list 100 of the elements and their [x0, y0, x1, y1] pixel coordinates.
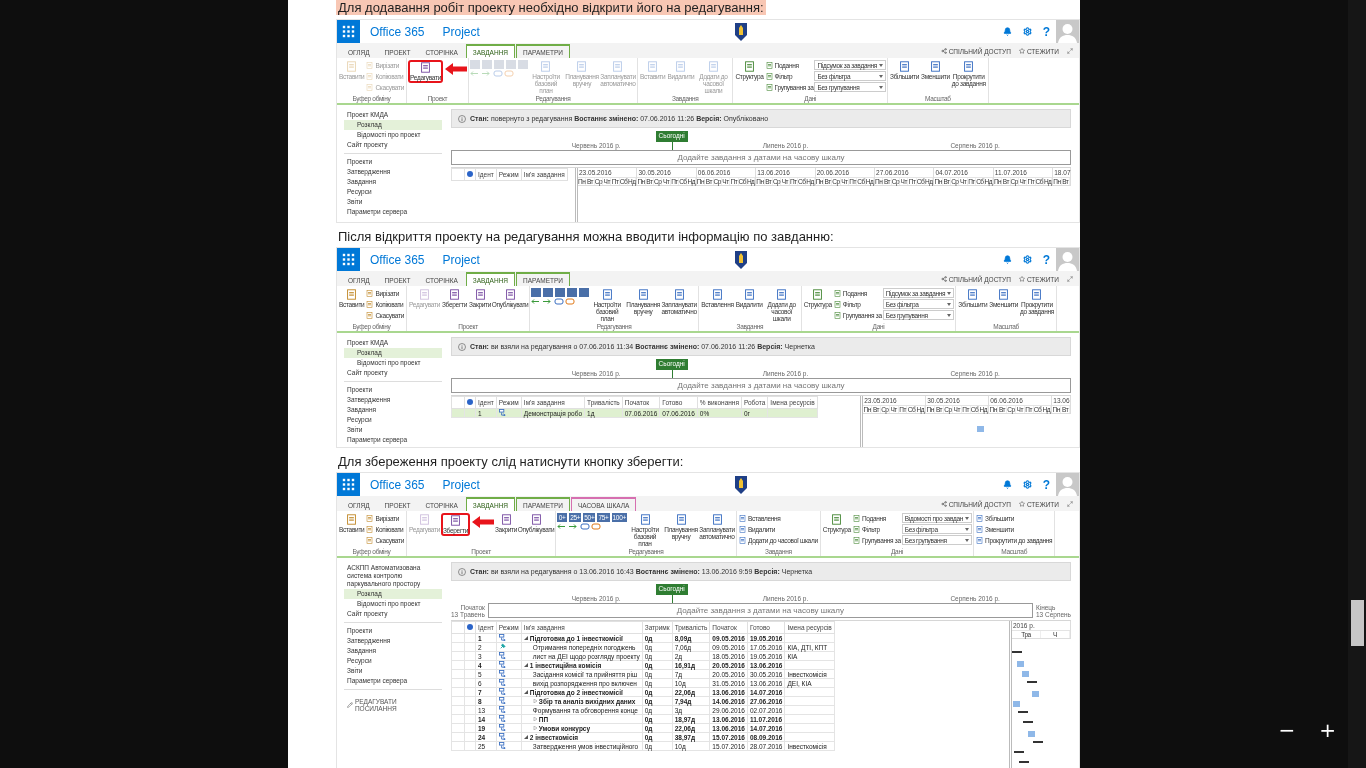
document-icon [612, 61, 624, 72]
settings-icon[interactable] [1022, 480, 1032, 489]
app-name[interactable]: Project [442, 477, 480, 492]
document-icon [833, 311, 841, 319]
document-icon [976, 514, 984, 522]
help-button[interactable]: ? [1042, 24, 1050, 39]
document-icon [366, 289, 374, 297]
settings-icon[interactable] [1022, 27, 1032, 36]
document-icon [366, 83, 374, 91]
document-icon [530, 514, 542, 525]
document-icon [673, 289, 685, 300]
help-button[interactable]: ? [1042, 252, 1050, 267]
focus-icon[interactable] [1067, 48, 1073, 54]
indent-tools-drawing [470, 70, 514, 77]
document-icon [419, 62, 431, 73]
coat-of-arms-icon [735, 475, 748, 494]
brand-name: Office 365 [370, 477, 425, 492]
app-launcher-icon[interactable] [337, 473, 360, 496]
document-icon [852, 514, 860, 522]
document-icon [812, 289, 824, 300]
document-icon [743, 289, 755, 300]
expand-toggle-icon[interactable] [532, 699, 537, 704]
document-icon [707, 61, 719, 72]
document-icon [346, 514, 358, 525]
document-icon [366, 514, 374, 522]
document-icon [852, 525, 860, 533]
paragraph: Після відкриття проекту на редагування можна вводити інформацію по завданню: [337, 229, 835, 244]
settings-icon[interactable] [1022, 255, 1032, 264]
indent-tools-drawing [557, 523, 602, 530]
document-icon [765, 61, 773, 69]
document-icon [675, 61, 687, 72]
zoom-button[interactable]: − [1278, 718, 1296, 742]
collapse-toggle-icon[interactable] [523, 690, 528, 695]
document-icon [366, 311, 374, 319]
pointer-arrow [445, 63, 467, 75]
coat-of-arms-icon [735, 22, 748, 41]
share-icon [940, 48, 947, 54]
expand-toggle-icon[interactable] [532, 726, 537, 731]
document-icon [576, 61, 588, 72]
indicator-icon [467, 624, 473, 631]
coat-of-arms-icon [735, 250, 748, 269]
document-icon [366, 536, 374, 544]
caret-icon [947, 302, 952, 306]
notification-icon[interactable] [1002, 255, 1012, 264]
document-icon [540, 61, 552, 72]
collapse-toggle-icon[interactable] [523, 636, 528, 641]
percent-button[interactable] [579, 288, 590, 297]
document-icon [366, 525, 374, 533]
document-icon [765, 83, 773, 91]
document-icon [976, 525, 984, 533]
app-launcher-icon[interactable] [337, 20, 360, 43]
document-icon [711, 289, 723, 300]
app-launcher-icon[interactable] [337, 248, 360, 271]
indicator-icon [467, 171, 473, 178]
document-icon [449, 289, 460, 300]
document-icon [929, 61, 941, 72]
collapse-toggle-icon[interactable] [523, 735, 528, 740]
notification-icon[interactable] [1002, 480, 1012, 489]
collapse-toggle-icon[interactable] [523, 663, 528, 668]
focus-icon[interactable] [1067, 276, 1073, 282]
brand-name: Office 365 [370, 252, 425, 267]
app-name[interactable]: Project [442, 252, 480, 267]
document-icon [346, 61, 358, 72]
document-icon [1031, 289, 1043, 300]
focus-icon[interactable] [1067, 501, 1073, 507]
brand-name: Office 365 [370, 24, 425, 39]
zoom-button[interactable]: + [1319, 718, 1336, 742]
pencil-icon [347, 702, 353, 709]
info-icon [458, 342, 466, 351]
info-icon [458, 567, 466, 576]
document-icon [601, 289, 613, 300]
caret-icon [965, 538, 970, 542]
app-name[interactable]: Project [442, 24, 480, 39]
document-icon [976, 536, 984, 544]
today-line [671, 370, 673, 379]
caret-icon [879, 85, 884, 89]
document-icon [743, 61, 755, 72]
document-icon [963, 61, 975, 72]
caret-icon [947, 291, 952, 295]
timeline-prompt: Додайте завдання з датами на часову шкалу [674, 381, 848, 391]
percent-button[interactable] [555, 288, 566, 297]
share-icon [940, 276, 947, 282]
document-icon [366, 300, 374, 308]
caret-icon [947, 313, 952, 317]
percent-button[interactable] [531, 288, 542, 297]
caret-icon [965, 516, 970, 520]
notification-icon[interactable] [1002, 27, 1012, 36]
document-icon [899, 61, 911, 72]
expand-toggle-icon[interactable] [532, 717, 537, 722]
document-icon [647, 61, 659, 72]
document-icon [998, 289, 1010, 300]
document-icon [765, 72, 773, 80]
percent-button[interactable] [567, 288, 578, 297]
document-icon [366, 61, 374, 69]
pointer-arrow [472, 516, 494, 528]
document-icon [711, 514, 723, 525]
scrollbar-thumb[interactable] [1351, 600, 1364, 646]
document-icon [776, 289, 788, 300]
percent-button[interactable] [543, 288, 554, 297]
help-button[interactable]: ? [1042, 477, 1050, 492]
